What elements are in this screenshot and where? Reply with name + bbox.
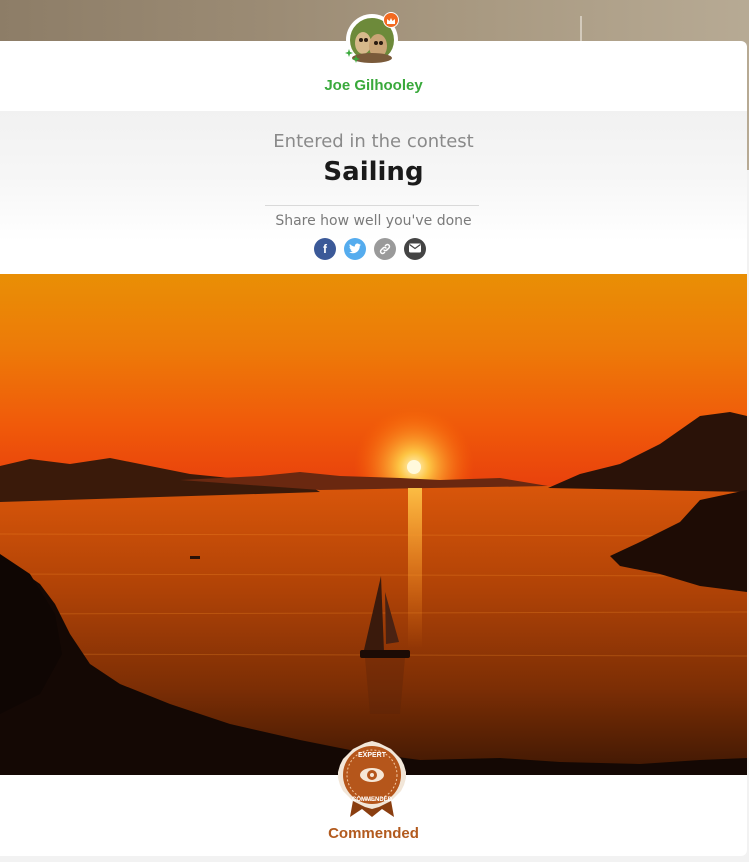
twitter-icon <box>349 243 361 254</box>
email-icon <box>409 243 421 253</box>
twitter-share-button[interactable] <box>344 238 366 260</box>
crown-icon <box>383 12 399 28</box>
entry-photo[interactable] <box>0 274 747 775</box>
user-avatar[interactable] <box>345 12 399 67</box>
award-label: Commended <box>328 825 419 842</box>
expert-commended-badge: EXPERT COMMENDED <box>336 739 408 819</box>
entered-label: Entered in the contest <box>273 131 474 152</box>
user-name-link[interactable]: Joe Gilhooley <box>0 77 747 94</box>
sunset-sailboat-photo <box>0 274 747 775</box>
badge-icon: EXPERT COMMENDED <box>338 741 406 817</box>
divider <box>265 205 479 206</box>
badge-bottom-text: COMMENDED <box>352 797 393 803</box>
contest-title-link[interactable]: Sailing <box>0 157 747 187</box>
sparkle-icon <box>345 49 361 65</box>
share-label: Share how well you've done <box>275 213 472 229</box>
contest-section: Entered in the contest Sailing Share how… <box>0 111 747 274</box>
facebook-icon: f <box>323 242 327 256</box>
email-share-button[interactable] <box>404 238 426 260</box>
share-buttons: f <box>314 238 434 260</box>
badge-top-text: EXPERT <box>358 752 387 759</box>
entry-card: Joe Gilhooley Entered in the contest Sai… <box>0 41 747 856</box>
facebook-share-button[interactable]: f <box>314 238 336 260</box>
link-icon <box>379 243 391 255</box>
copy-link-button[interactable] <box>374 238 396 260</box>
